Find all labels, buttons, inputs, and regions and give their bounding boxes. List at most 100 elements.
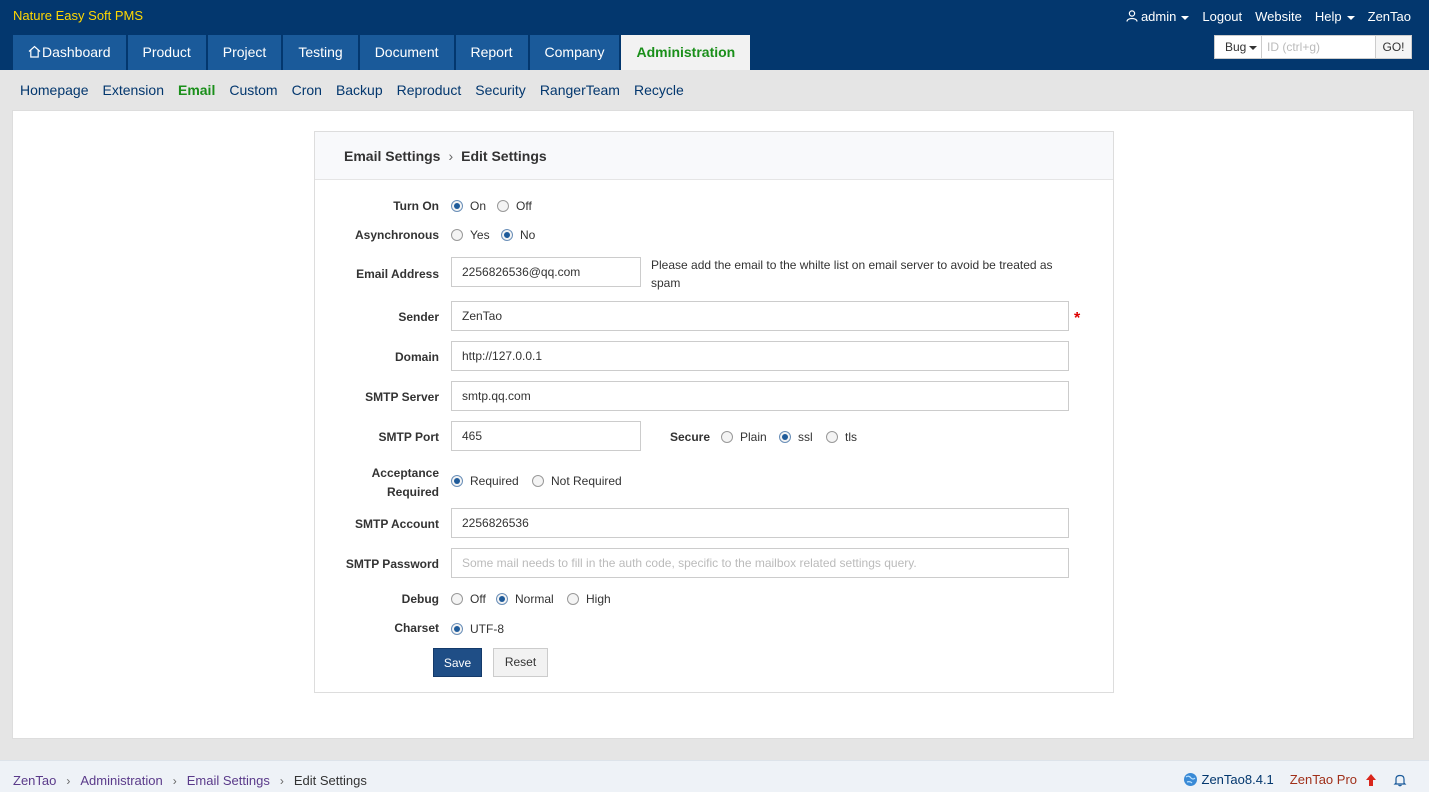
turn-on-option-on[interactable]: On: [451, 199, 486, 213]
radio-unchecked: [497, 200, 509, 212]
subnav-cron[interactable]: Cron: [292, 70, 322, 110]
option-label: Off: [470, 592, 486, 606]
smtp-port-label: SMTP Port: [378, 430, 439, 444]
smtp-password-label: SMTP Password: [345, 557, 439, 571]
chevron-right-icon: ›: [279, 773, 284, 788]
version-link[interactable]: ZenTao8.4.1: [1202, 772, 1274, 787]
tab-testing[interactable]: Testing: [283, 35, 358, 70]
smtp-password-field[interactable]: Some mail needs to fill in the auth code…: [451, 548, 1069, 578]
tab-dashboard[interactable]: Dashboard: [13, 35, 126, 70]
subnav-homepage[interactable]: Homepage: [20, 70, 89, 110]
tab-project[interactable]: Project: [207, 35, 282, 70]
reset-button[interactable]: Reset: [493, 648, 548, 677]
smtp-server-field[interactable]: smtp.qq.com: [451, 381, 1069, 411]
zentao-pro-link[interactable]: ZenTao Pro: [1290, 772, 1357, 787]
turn-on-option-off[interactable]: Off: [497, 199, 532, 213]
subnav-custom[interactable]: Custom: [229, 70, 277, 110]
bell-icon[interactable]: [1393, 773, 1407, 787]
domain-field[interactable]: http://127.0.0.1: [451, 341, 1069, 371]
debug-option-normal[interactable]: Normal: [496, 592, 554, 606]
search-type-label: Bug: [1225, 40, 1247, 54]
breadcrumb-administration[interactable]: Administration: [80, 773, 162, 788]
zentao-link[interactable]: ZenTao: [1368, 9, 1411, 24]
radio-checked: [779, 431, 791, 443]
tab-report[interactable]: Report: [455, 35, 528, 70]
sender-field[interactable]: ZenTao: [451, 301, 1069, 331]
radio-unchecked: [451, 229, 463, 241]
tab-product[interactable]: Product: [127, 35, 206, 70]
debug-option-high[interactable]: High: [567, 592, 611, 606]
async-option-yes[interactable]: Yes: [451, 228, 490, 242]
radio-checked: [501, 229, 513, 241]
radio-unchecked: [567, 593, 579, 605]
subnav-rangerteam[interactable]: RangerTeam: [540, 70, 620, 110]
radio-checked: [451, 200, 463, 212]
user-menu[interactable]: admin: [1126, 9, 1190, 24]
tab-label: Dashboard: [42, 44, 111, 60]
email-address-label: Email Address: [356, 267, 439, 281]
option-label: No: [520, 228, 536, 242]
acceptance-option-not-required[interactable]: Not Required: [532, 474, 622, 488]
debug-option-off[interactable]: Off: [451, 592, 486, 606]
main-nav: Dashboard Product Project Testing Docume…: [13, 35, 751, 70]
chevron-right-icon: ›: [172, 773, 177, 788]
home-icon: [28, 45, 41, 58]
globe-icon: [1183, 773, 1197, 786]
chevron-right-icon: ›: [66, 773, 71, 788]
subnav-email[interactable]: Email: [178, 70, 215, 110]
subnav-backup[interactable]: Backup: [336, 70, 383, 110]
radio-unchecked: [532, 475, 544, 487]
smtp-port-field[interactable]: 465: [451, 421, 641, 451]
acceptance-required-label: Acceptance Required: [372, 464, 439, 502]
breadcrumb-zentao[interactable]: ZenTao: [13, 773, 56, 788]
search-input[interactable]: [1262, 35, 1376, 59]
subnav-security[interactable]: Security: [475, 70, 526, 110]
help-menu[interactable]: Help: [1315, 9, 1355, 24]
form-header: Email Settings › Edit Settings: [315, 132, 1113, 180]
tab-company[interactable]: Company: [529, 35, 620, 70]
breadcrumb-email-settings[interactable]: Email Settings: [187, 773, 270, 788]
brand-name[interactable]: Nature Easy Soft PMS: [13, 8, 143, 23]
top-header: Nature Easy Soft PMS admin Logout Websit…: [0, 0, 1429, 70]
search-type-select[interactable]: Bug: [1214, 35, 1262, 59]
tab-administration[interactable]: Administration: [621, 35, 751, 70]
subnav-reproduct[interactable]: Reproduct: [397, 70, 462, 110]
radio-unchecked: [451, 593, 463, 605]
website-link[interactable]: Website: [1255, 9, 1302, 24]
label-line: Acceptance: [371, 466, 439, 480]
async-option-no[interactable]: No: [501, 228, 535, 242]
chevron-down-icon: [1346, 15, 1355, 20]
smtp-server-label: SMTP Server: [365, 390, 439, 404]
chevron-right-icon: ›: [448, 148, 454, 164]
option-label: Normal: [515, 592, 554, 606]
logout-link[interactable]: Logout: [1202, 9, 1242, 24]
email-address-note: Please add the email to the whilte list …: [651, 258, 1053, 290]
radio-checked: [451, 475, 463, 487]
option-label: tls: [845, 430, 857, 444]
option-label: Yes: [470, 228, 490, 242]
tab-document[interactable]: Document: [359, 35, 454, 70]
subnav-recycle[interactable]: Recycle: [634, 70, 684, 110]
secure-option-ssl[interactable]: ssl: [779, 430, 813, 444]
search-go-button[interactable]: GO!: [1376, 35, 1412, 59]
save-button[interactable]: Save: [433, 648, 482, 677]
domain-label: Domain: [394, 350, 439, 364]
help-label: Help: [1314, 9, 1342, 24]
top-links: admin Logout Website Help ZenTao: [1126, 9, 1411, 24]
email-settings-form: Email Settings › Edit Settings Turn On On …: [314, 131, 1114, 693]
form-title: Email Settings: [344, 148, 441, 164]
email-address-field[interactable]: 2256826536@qq.com: [451, 257, 641, 287]
secure-option-plain[interactable]: Plain: [721, 430, 767, 444]
acceptance-option-required[interactable]: Required: [451, 474, 519, 488]
radio-checked: [451, 623, 463, 635]
breadcrumb-edit-settings: Edit Settings: [293, 773, 367, 788]
charset-option-utf8[interactable]: UTF-8: [451, 622, 504, 636]
option-label: Plain: [740, 430, 767, 444]
subnav-extension[interactable]: Extension: [103, 70, 164, 110]
secure-option-tls[interactable]: tls: [826, 430, 857, 444]
sender-label: Sender: [398, 310, 439, 324]
option-label: Not Required: [551, 474, 622, 488]
footer-bar: ZenTao › Administration › Email Settings…: [0, 760, 1429, 792]
smtp-account-field[interactable]: 2256826536: [451, 508, 1069, 538]
option-label: ssl: [798, 430, 813, 444]
